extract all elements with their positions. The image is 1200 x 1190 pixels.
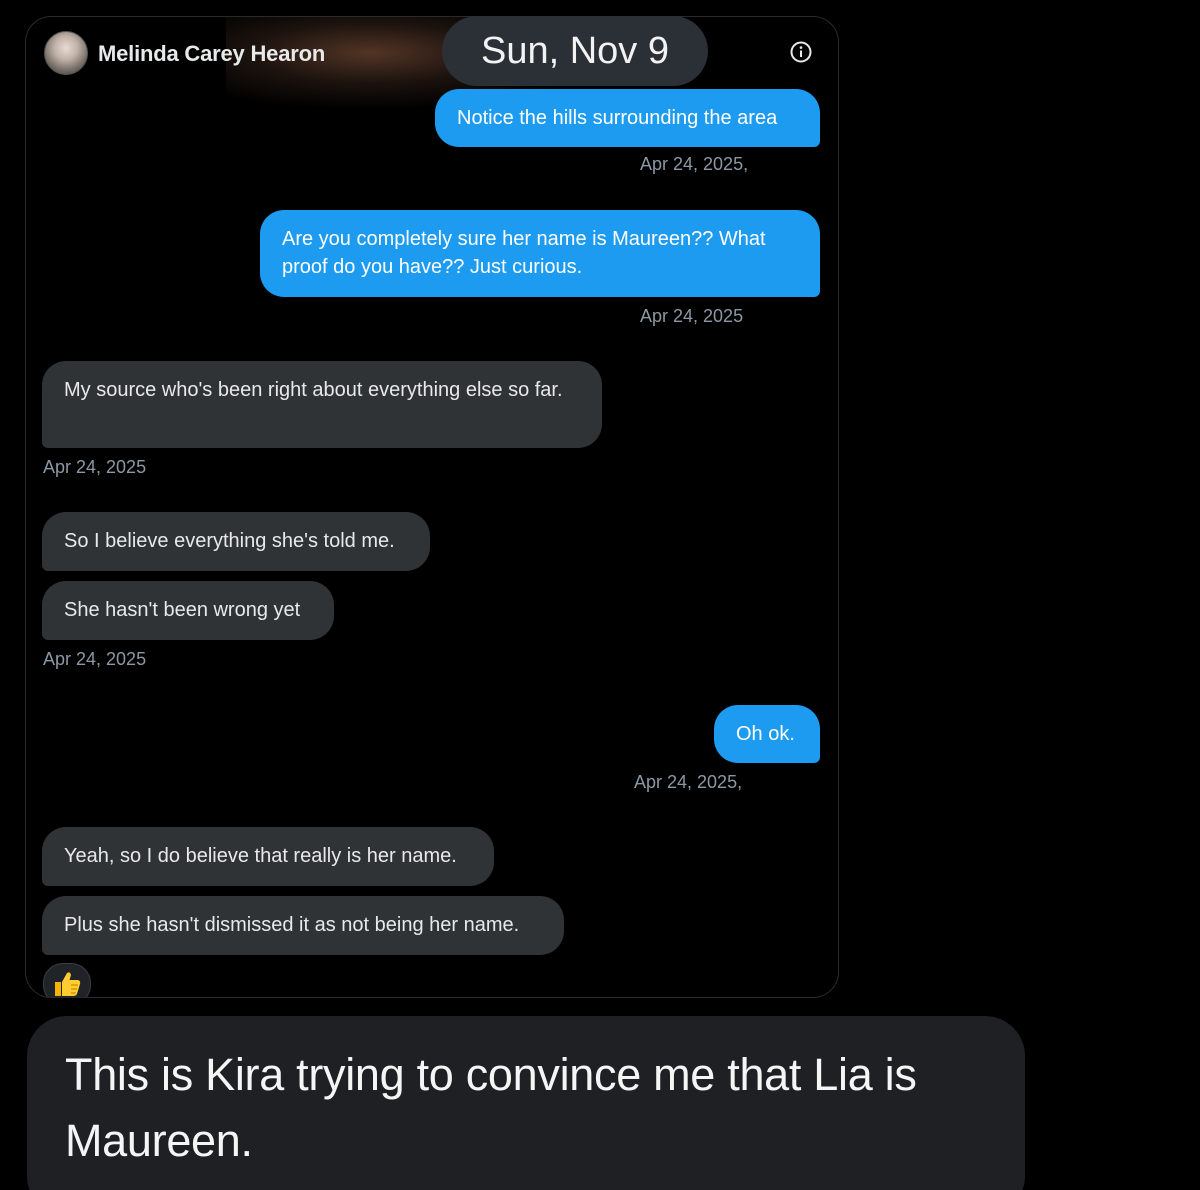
message-timestamp: Apr 24, 2025 [43, 649, 147, 669]
date-pill: Sun, Nov 9 [442, 16, 708, 86]
contact-name[interactable]: Melinda Carey Hearon [98, 41, 325, 67]
message-timestamp: Apr 24, 2025 [43, 457, 147, 477]
caption-box: This is Kira trying to convince me that … [27, 1016, 1025, 1190]
message-bubble-outgoing[interactable]: Oh ok. [714, 705, 820, 763]
message-bubble-incoming[interactable]: So I believe everything she's told me. [42, 512, 430, 571]
thumbs-up-icon [55, 972, 81, 996]
screenshot-page: Melinda Carey Hearon Notice the hills su… [0, 0, 1200, 1190]
message-bubble-outgoing[interactable]: Notice the hills surrounding the area [435, 89, 820, 147]
message-bubble-incoming[interactable]: Plus she hasn't dismissed it as not bein… [42, 896, 564, 955]
message-bubble-incoming[interactable]: My source who's been right about everyth… [42, 361, 602, 448]
message-bubble-incoming[interactable]: Yeah, so I do believe that really is her… [42, 827, 494, 886]
message-bubble-incoming[interactable]: She hasn't been wrong yet [42, 581, 334, 640]
caption-text: This is Kira trying to convince me that … [65, 1049, 917, 1166]
avatar[interactable] [44, 31, 88, 75]
message-timestamp: Apr 24, 2025, [634, 772, 743, 792]
message-timestamp: Apr 24, 2025 [640, 306, 744, 326]
reaction-badge[interactable] [43, 963, 91, 997]
info-circle-icon[interactable] [790, 41, 812, 63]
message-bubble-outgoing[interactable]: Are you completely sure her name is Maur… [260, 210, 820, 297]
message-timestamp: Apr 24, 2025, [640, 154, 749, 174]
dm-conversation-panel: Melinda Carey Hearon Notice the hills su… [25, 16, 839, 998]
